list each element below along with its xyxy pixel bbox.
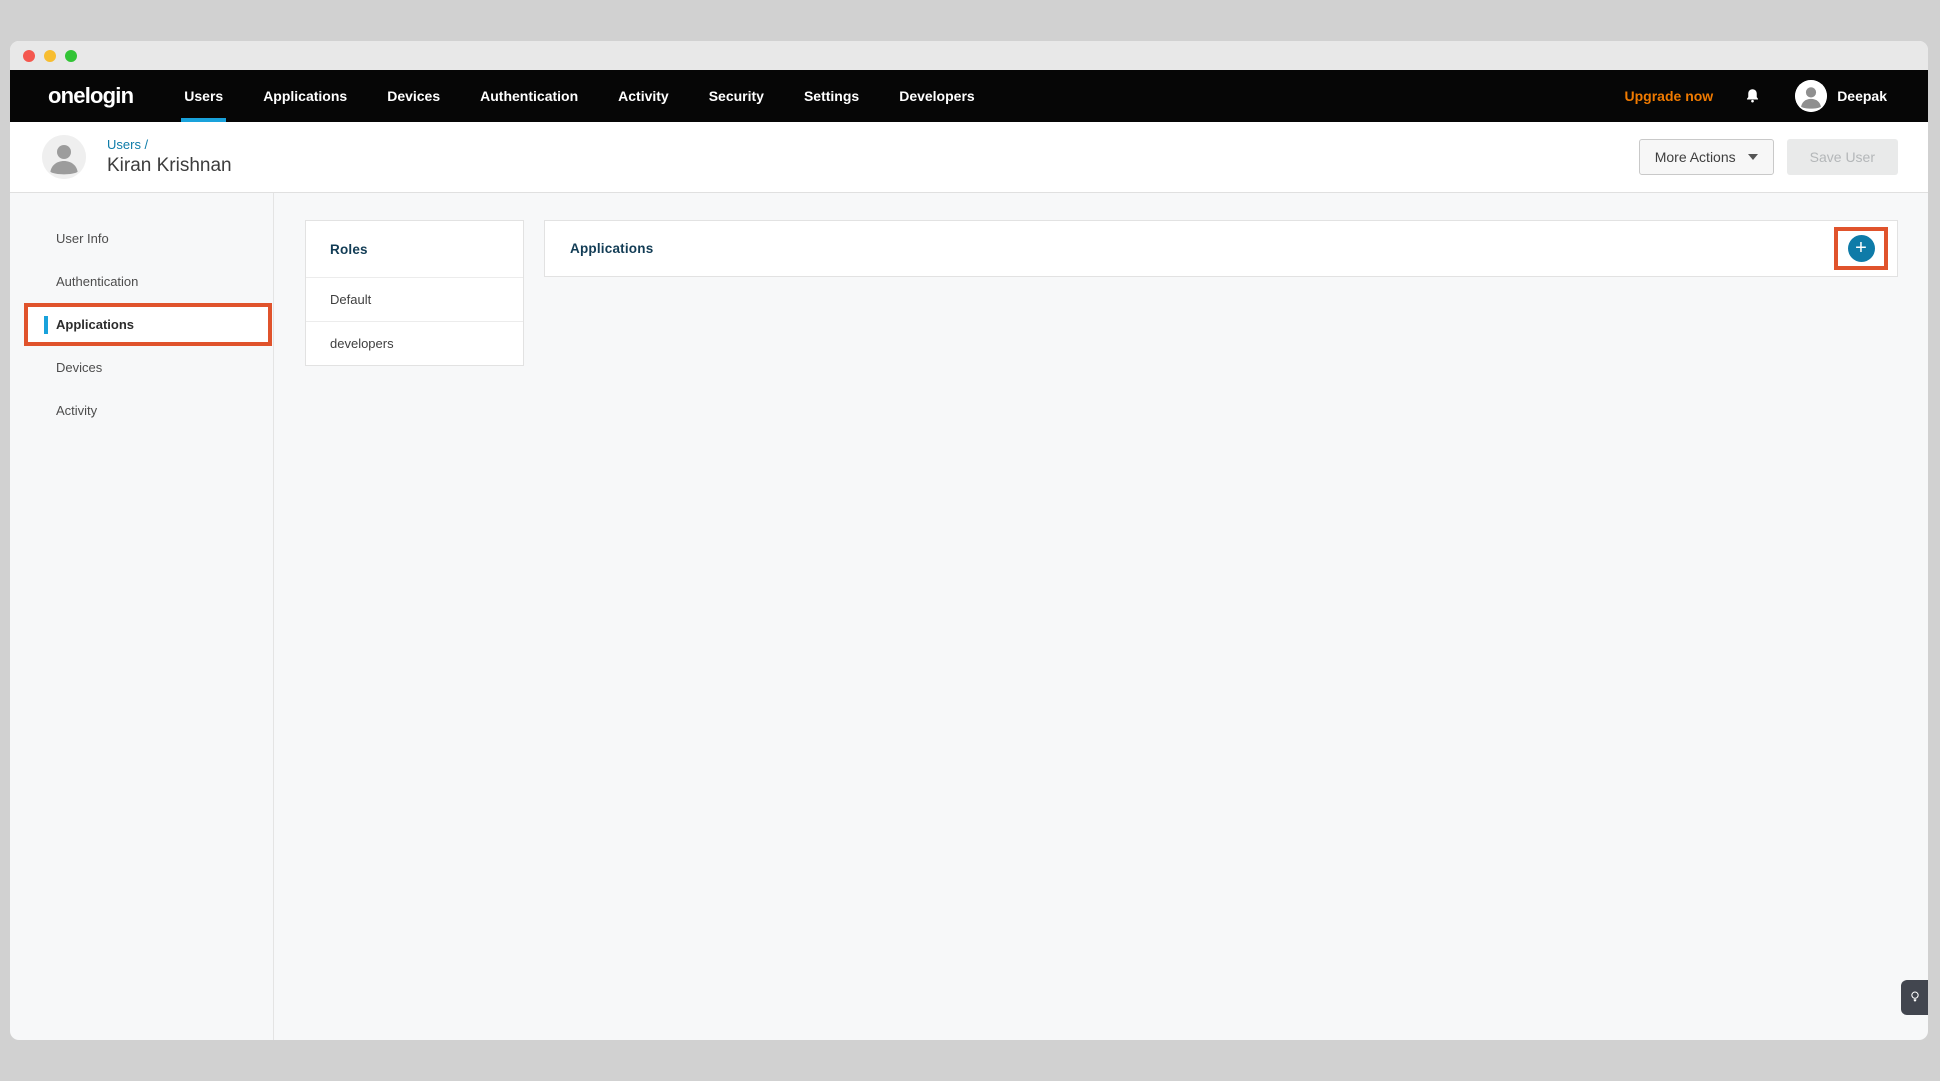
role-row-developers[interactable]: developers bbox=[306, 321, 523, 365]
page-header: Users / Kiran Krishnan More Actions Save… bbox=[10, 122, 1928, 193]
window-minimize-button[interactable] bbox=[44, 50, 56, 62]
nav-item-developers[interactable]: Developers bbox=[899, 70, 974, 122]
role-row-default[interactable]: Default bbox=[306, 277, 523, 321]
sidebar-item-devices[interactable]: Devices bbox=[10, 346, 273, 389]
top-nav: onelogin Users Applications Devices Auth… bbox=[10, 70, 1928, 122]
header-actions: More Actions Save User bbox=[1639, 139, 1898, 175]
nav-item-users[interactable]: Users bbox=[184, 70, 223, 122]
window-titlebar bbox=[10, 41, 1928, 70]
browser-window: onelogin Users Applications Devices Auth… bbox=[10, 41, 1928, 1040]
profile-avatar bbox=[42, 135, 86, 179]
save-user-button[interactable]: Save User bbox=[1787, 139, 1898, 175]
nav-item-security[interactable]: Security bbox=[709, 70, 764, 122]
nav-item-activity[interactable]: Activity bbox=[618, 70, 669, 122]
roles-panel: Roles Default developers bbox=[305, 220, 524, 366]
more-actions-label: More Actions bbox=[1655, 149, 1736, 165]
sidebar-item-applications[interactable]: Applications bbox=[24, 303, 272, 346]
main-content: Roles Default developers Applications + bbox=[274, 193, 1928, 1040]
nav-item-settings[interactable]: Settings bbox=[804, 70, 859, 122]
upgrade-now-link[interactable]: Upgrade now bbox=[1625, 88, 1714, 104]
nav-menu: Users Applications Devices Authenticatio… bbox=[184, 70, 1014, 122]
sidebar-item-user-info[interactable]: User Info bbox=[10, 217, 273, 260]
onelogin-logo[interactable]: onelogin bbox=[48, 83, 133, 109]
window-zoom-button[interactable] bbox=[65, 50, 77, 62]
breadcrumb-users-link[interactable]: Users / bbox=[107, 137, 232, 152]
lightbulb-icon bbox=[1908, 989, 1922, 1006]
user-avatar[interactable] bbox=[1795, 80, 1827, 112]
nav-item-applications[interactable]: Applications bbox=[263, 70, 347, 122]
sidebar-item-activity[interactable]: Activity bbox=[10, 389, 273, 432]
nav-user-name[interactable]: Deepak bbox=[1837, 88, 1887, 104]
page-header-text: Users / Kiran Krishnan bbox=[107, 137, 232, 177]
bell-icon[interactable] bbox=[1744, 86, 1761, 106]
plus-icon: + bbox=[1855, 238, 1867, 258]
sidebar: User Info Authentication Applications De… bbox=[10, 193, 274, 1040]
annotation-highlight: + bbox=[1834, 227, 1888, 270]
hint-tab-button[interactable] bbox=[1901, 980, 1928, 1015]
page-body: User Info Authentication Applications De… bbox=[10, 193, 1928, 1040]
page-title: Kiran Krishnan bbox=[107, 155, 232, 177]
applications-panel: Applications + bbox=[544, 220, 1898, 277]
nav-item-authentication[interactable]: Authentication bbox=[480, 70, 578, 122]
window-close-button[interactable] bbox=[23, 50, 35, 62]
caret-down-icon bbox=[1748, 154, 1758, 160]
add-application-button[interactable]: + bbox=[1848, 235, 1875, 262]
sidebar-item-authentication[interactable]: Authentication bbox=[10, 260, 273, 303]
nav-item-devices[interactable]: Devices bbox=[387, 70, 440, 122]
more-actions-button[interactable]: More Actions bbox=[1639, 139, 1774, 175]
applications-panel-title: Applications bbox=[570, 241, 653, 256]
roles-panel-title: Roles bbox=[306, 221, 523, 277]
